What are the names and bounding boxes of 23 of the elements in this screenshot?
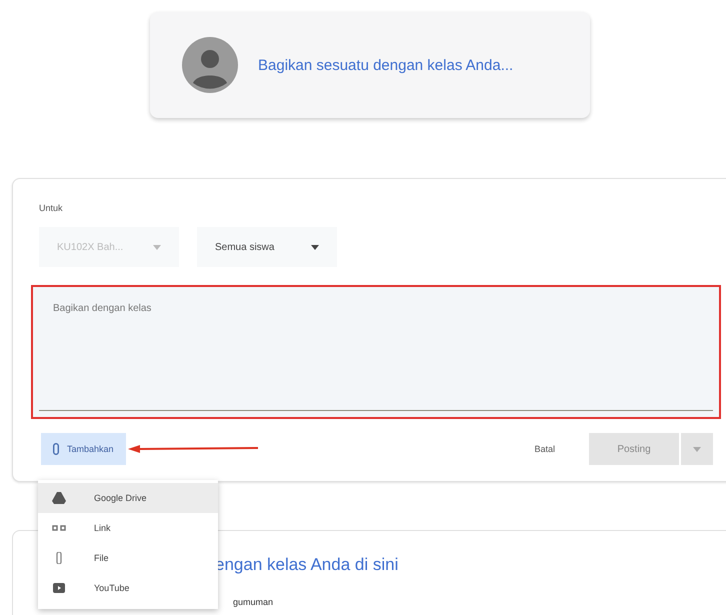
message-field[interactable]: Bagikan dengan kelas bbox=[31, 285, 721, 419]
post-menu-button[interactable] bbox=[681, 433, 713, 465]
caret-icon bbox=[311, 244, 319, 250]
menu-item-label: Link bbox=[94, 523, 111, 533]
arrow-icon bbox=[128, 444, 258, 454]
menu-item[interactable]: Link bbox=[38, 513, 218, 543]
menu-item[interactable]: YouTube bbox=[38, 573, 218, 603]
share-prompt[interactable]: Bagikan sesuatu dengan kelas Anda... bbox=[258, 56, 514, 74]
add-button[interactable]: Tambahkan bbox=[41, 433, 126, 465]
menu-item-label: Google Drive bbox=[94, 493, 147, 503]
play-icon bbox=[52, 582, 66, 594]
menu-item[interactable]: File bbox=[38, 543, 218, 573]
caret-icon bbox=[693, 446, 701, 452]
caret-icon bbox=[153, 244, 161, 250]
menu-item-label: File bbox=[94, 553, 109, 563]
menu-item[interactable]: Google Drive bbox=[38, 483, 218, 513]
cancel-button[interactable]: Batal bbox=[528, 443, 561, 455]
for-label: Untuk bbox=[39, 203, 64, 213]
dropdown[interactable]: Semua siswa bbox=[197, 227, 337, 267]
paperclip-icon bbox=[53, 443, 59, 455]
stream-subtitle: gumuman bbox=[233, 597, 274, 607]
avatar-icon bbox=[182, 37, 238, 93]
menu-item-label: YouTube bbox=[94, 583, 130, 593]
